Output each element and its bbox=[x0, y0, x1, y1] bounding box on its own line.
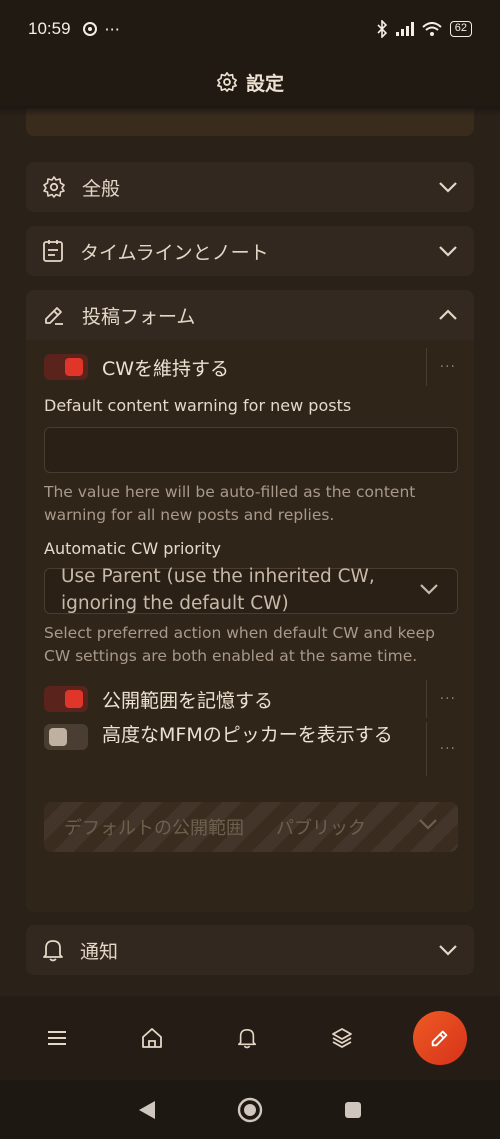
more-options-button[interactable]: ··· bbox=[426, 722, 456, 776]
page-title: 設定 bbox=[245, 72, 284, 95]
default-visibility-value: パブリック bbox=[276, 818, 366, 839]
widgets-button[interactable] bbox=[318, 1014, 366, 1062]
remember-visibility-toggle[interactable] bbox=[44, 686, 88, 712]
notes-icon bbox=[43, 240, 63, 262]
gear-icon bbox=[43, 176, 65, 198]
wifi-icon bbox=[422, 21, 442, 36]
priority-select[interactable]: Use Parent (use the inherited CW, ignori… bbox=[44, 566, 458, 614]
pencil-icon bbox=[45, 307, 63, 325]
pencil-icon bbox=[431, 1030, 447, 1047]
status-bar: 10:59 ··· 62 bbox=[0, 0, 500, 58]
system-nav-bar bbox=[0, 1080, 500, 1139]
default-cw-caption: The value here will be auto-filled as th… bbox=[44, 483, 416, 524]
chevron-down-icon bbox=[439, 945, 457, 956]
bell-icon bbox=[237, 1029, 256, 1049]
section-notifications[interactable]: 通知 bbox=[26, 925, 474, 975]
chevron-down-icon bbox=[439, 246, 457, 257]
clock: 10:59 bbox=[28, 19, 71, 38]
chevron-up-icon bbox=[439, 309, 457, 320]
section-notifications-label: 通知 bbox=[80, 940, 119, 963]
keep-cw-row: CWを維持する ··· bbox=[44, 348, 456, 386]
browser-icon bbox=[82, 22, 97, 36]
default-visibility-select: デフォルトの公開範囲 パブリック bbox=[44, 802, 458, 852]
home-icon bbox=[142, 1028, 163, 1048]
more-options-button[interactable]: ··· bbox=[426, 348, 456, 386]
layers-icon bbox=[331, 1028, 352, 1049]
default-cw-input[interactable] bbox=[44, 427, 458, 473]
chevron-down-icon bbox=[420, 584, 438, 595]
chevron-down-icon bbox=[439, 182, 457, 193]
bell-icon bbox=[43, 940, 63, 962]
mfm-picker-label: 高度なMFMのピッカーを表示する bbox=[102, 724, 393, 746]
mfm-picker-row: 高度なMFMのピッカーを表示する ··· bbox=[44, 722, 456, 776]
priority-caption: Select preferred action when default CW … bbox=[44, 624, 435, 665]
section-post-form-label: 投稿フォーム bbox=[82, 305, 196, 328]
section-general-label: 全般 bbox=[82, 177, 121, 200]
gear-icon bbox=[216, 72, 237, 92]
section-timeline-label: タイムラインとノート bbox=[80, 241, 269, 264]
remember-visibility-label: 公開範囲を記憶する bbox=[102, 689, 274, 712]
notifications-button[interactable] bbox=[223, 1014, 271, 1062]
section-post-form-header[interactable]: 投稿フォーム bbox=[26, 290, 474, 340]
priority-label: Automatic CW priority bbox=[44, 539, 221, 558]
status-dots: ··· bbox=[104, 19, 120, 39]
section-general[interactable]: 全般 bbox=[26, 162, 474, 212]
menu-button[interactable] bbox=[33, 1014, 81, 1062]
section-timeline[interactable]: タイムラインとノート bbox=[26, 226, 474, 276]
header-shadow bbox=[0, 106, 500, 116]
menu-icon bbox=[48, 1031, 67, 1045]
chevron-down-icon bbox=[419, 819, 437, 830]
signal-icon bbox=[395, 22, 414, 36]
compose-button[interactable] bbox=[412, 1011, 467, 1065]
bottom-nav bbox=[0, 996, 500, 1080]
keep-cw-label: CWを維持する bbox=[102, 357, 230, 380]
page-header: 設定 bbox=[0, 58, 500, 106]
default-cw-label: Default content warning for new posts bbox=[44, 396, 352, 415]
mfm-picker-toggle[interactable] bbox=[44, 724, 88, 750]
default-visibility-label: デフォルトの公開範囲 bbox=[64, 818, 244, 839]
remember-visibility-row: 公開範囲を記憶する ··· bbox=[44, 680, 456, 718]
section-post-form: 投稿フォーム CWを維持する ··· Default content warni… bbox=[26, 290, 474, 912]
recents-icon[interactable] bbox=[343, 1100, 363, 1120]
bluetooth-icon bbox=[377, 20, 387, 38]
priority-select-value: Use Parent (use the inherited CW, ignori… bbox=[61, 566, 375, 614]
home-circle-icon[interactable] bbox=[237, 1097, 263, 1123]
keep-cw-toggle[interactable] bbox=[44, 354, 88, 380]
home-button[interactable] bbox=[128, 1014, 176, 1062]
more-options-button[interactable]: ··· bbox=[426, 680, 456, 718]
back-icon[interactable] bbox=[137, 1099, 157, 1121]
battery-indicator: 62 bbox=[449, 21, 472, 37]
